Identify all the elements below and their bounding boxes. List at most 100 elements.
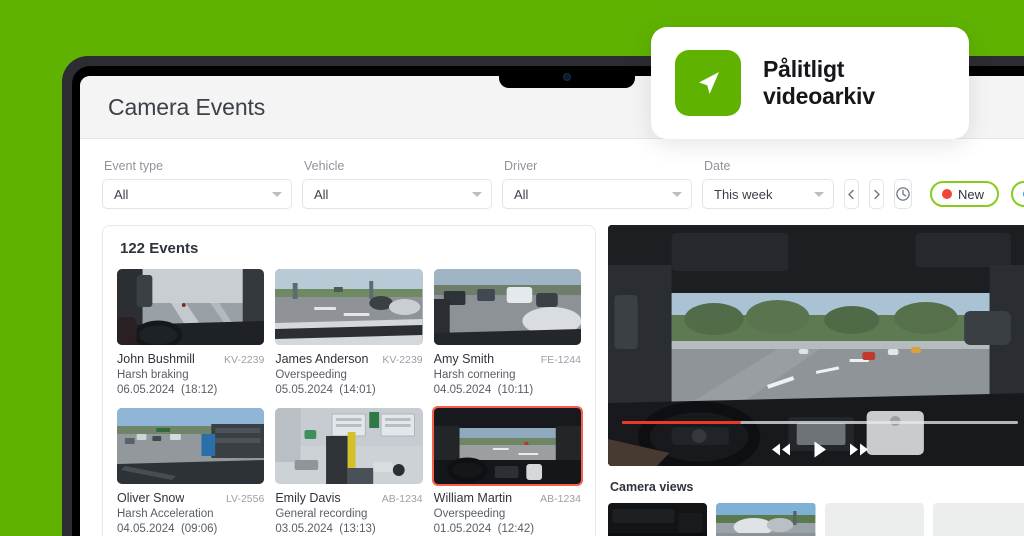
play-button[interactable] — [813, 441, 827, 458]
event-time: (13:13) — [339, 523, 376, 535]
event-type-label: Harsh cornering — [433, 369, 516, 381]
navigation-arrow-icon — [699, 72, 719, 94]
event-time: (14:01) — [339, 384, 376, 396]
status-pill-new[interactable]: New — [930, 181, 1000, 207]
event-datetime: 04.05.2024 (10:11) — [434, 384, 581, 396]
chevron-down-icon — [272, 191, 282, 197]
event-date: 04.05.2024 — [117, 523, 175, 535]
event-plate: LV-2556 — [225, 493, 265, 505]
video-progress-fill — [622, 421, 741, 424]
time-filter-button[interactable] — [894, 179, 912, 209]
event-card[interactable]: James Anderson KV-2239 Overspeeding 05.0… — [275, 269, 423, 396]
event-type-label: Harsh Acceleration — [117, 508, 214, 520]
prev-date-button[interactable] — [844, 179, 859, 209]
event-time: (18:12) — [180, 384, 218, 396]
app-body: Event type All Vehicle All Driver All Da… — [80, 138, 1024, 536]
scene-dark-cab — [608, 503, 708, 536]
events-grid: John Bushmill KV-2239 Harsh braking 06.0… — [117, 269, 583, 535]
status-pill-saved[interactable]: Saved — [1011, 181, 1024, 207]
event-driver-name: Amy Smith — [433, 352, 495, 366]
camera-view-4[interactable] — [932, 503, 1024, 536]
event-card-header: Amy Smith FE-1244 — [434, 352, 581, 366]
filter-event-type: Event type All — [102, 159, 292, 209]
chevron-down-icon — [814, 191, 824, 197]
fast-forward-icon — [850, 443, 868, 456]
video-controls — [608, 441, 1024, 458]
page-title: Camera Events — [108, 93, 266, 120]
event-card-header: Oliver Snow LV-2556 — [117, 491, 264, 505]
event-card[interactable]: Amy Smith FE-1244 Harsh cornering 04.05.… — [433, 269, 581, 396]
content-columns: 122 Events John Bushmill KV-2239 Harsh b… — [102, 225, 1024, 536]
scene-rain-highway-cab — [117, 269, 265, 345]
select-driver-value: All — [514, 186, 529, 202]
select-driver[interactable]: All — [502, 179, 692, 209]
event-thumbnail[interactable] — [117, 408, 265, 484]
event-card-header: William Martin AB-1234 — [434, 491, 581, 505]
chevron-down-icon — [472, 191, 482, 197]
event-card-header: James Anderson KV-2239 — [275, 352, 422, 366]
event-driver-name: William Martin — [433, 491, 513, 505]
select-event-type[interactable]: All — [102, 179, 292, 209]
event-type-label: Overspeeding — [433, 508, 506, 520]
rewind-button[interactable] — [771, 443, 791, 456]
camera-view-1[interactable] — [608, 503, 708, 536]
filter-driver: Driver All — [502, 159, 692, 209]
event-thumbnail[interactable] — [275, 269, 423, 345]
scene-freeway-truck — [117, 408, 265, 484]
next-date-button[interactable] — [869, 179, 884, 209]
app-screen: Camera Events Event type All Vehicle All… — [80, 76, 1024, 536]
camera-views-list — [608, 503, 1024, 536]
event-datetime: 01.05.2024 (12:42) — [434, 523, 581, 535]
event-card[interactable]: Emily Davis AB-1234 General recording 03… — [275, 408, 423, 535]
event-card[interactable]: Oliver Snow LV-2556 Harsh Acceleration 0… — [117, 408, 265, 535]
camera-view-3[interactable] — [824, 503, 924, 536]
scene-warehouse-dock — [275, 408, 423, 484]
chevron-left-icon — [848, 189, 854, 199]
scene-sunny-road-dashcam — [275, 269, 423, 345]
event-thumbnail[interactable] — [275, 408, 423, 484]
event-driver-name: James Anderson — [275, 352, 369, 366]
video-panel: Camera views — [608, 225, 1024, 536]
event-thumbnail[interactable] — [431, 406, 583, 486]
event-thumbnail[interactable] — [433, 269, 581, 345]
filter-label-driver: Driver — [504, 159, 538, 173]
event-datetime: 03.05.2024 (13:13) — [275, 523, 422, 535]
event-type-label: General recording — [275, 508, 368, 520]
event-card-header: Emily Davis AB-1234 — [275, 491, 422, 505]
event-type-label: Harsh braking — [117, 369, 189, 381]
new-status-dot-icon — [942, 189, 952, 199]
video-progress-bar[interactable] — [622, 421, 1018, 424]
event-datetime: 04.05.2024 (09:06) — [117, 523, 264, 535]
chevron-right-icon — [874, 189, 880, 199]
event-time: (09:06) — [180, 523, 218, 535]
event-driver-name: Emily Davis — [275, 491, 341, 505]
event-time: (12:42) — [497, 523, 535, 535]
event-date: 05.05.2024 — [275, 384, 333, 396]
event-date: 06.05.2024 — [117, 384, 175, 396]
promo-badge-line2: videoarkiv — [763, 83, 875, 109]
event-datetime: 06.05.2024 (18:12) — [117, 384, 264, 396]
scene-traffic-bridge — [433, 269, 581, 345]
filter-date: Date This week — [702, 159, 834, 209]
chevron-down-icon — [672, 191, 682, 197]
select-event-type-value: All — [114, 186, 129, 202]
event-thumbnail[interactable] — [117, 269, 265, 345]
filter-label-event-type: Event type — [104, 159, 164, 173]
select-vehicle[interactable]: All — [302, 179, 492, 209]
scene-truck-cab-highway-large — [608, 225, 1024, 466]
event-date: 04.05.2024 — [433, 384, 492, 396]
select-vehicle-value: All — [314, 186, 329, 202]
video-player[interactable] — [608, 225, 1024, 466]
event-card[interactable]: John Bushmill KV-2239 Harsh braking 06.0… — [117, 269, 265, 396]
event-card-header: John Bushmill KV-2239 — [117, 352, 264, 366]
promo-badge-text: Pålitligt videoarkiv — [763, 56, 875, 110]
filter-vehicle: Vehicle All — [302, 159, 492, 209]
filter-label-date: Date — [704, 159, 731, 173]
status-pill-new-label: New — [958, 186, 985, 202]
camera-view-2[interactable] — [716, 503, 816, 536]
select-date[interactable]: This week — [702, 179, 834, 209]
promo-badge-line1: Pålitligt — [763, 55, 845, 82]
event-card-selected[interactable]: William Martin AB-1234 Overspeeding 01.0… — [431, 406, 583, 535]
filter-label-vehicle: Vehicle — [304, 159, 345, 173]
forward-button[interactable] — [849, 443, 869, 456]
